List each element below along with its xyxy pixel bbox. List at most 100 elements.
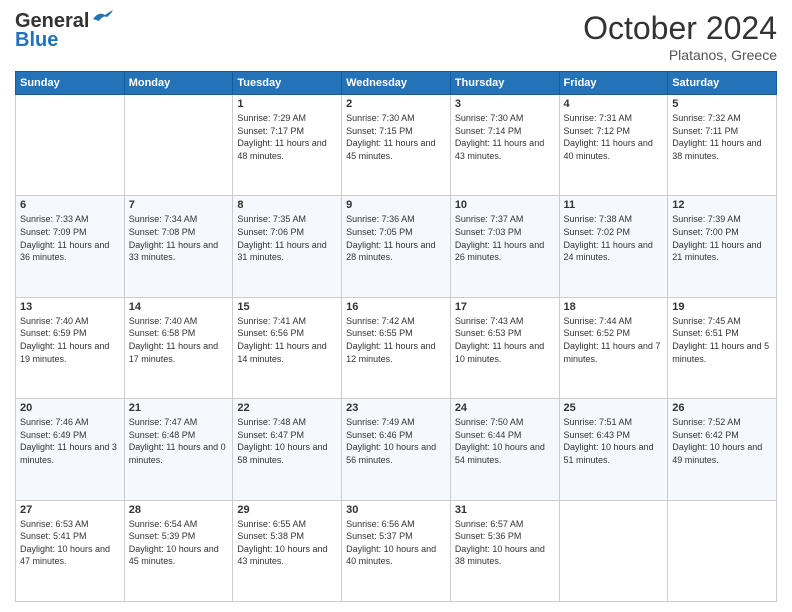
col-monday: Monday xyxy=(124,72,233,95)
calendar-cell: 21 Sunrise: 7:47 AM Sunset: 6:48 PM Dayli… xyxy=(124,399,233,500)
calendar-header-row: Sunday Monday Tuesday Wednesday Thursday… xyxy=(16,72,777,95)
calendar-cell xyxy=(559,500,668,601)
col-saturday: Saturday xyxy=(668,72,777,95)
col-wednesday: Wednesday xyxy=(342,72,451,95)
day-number: 22 xyxy=(237,402,337,414)
month-title: October 2024 xyxy=(583,10,777,47)
title-section: October 2024 Platanos, Greece xyxy=(583,10,777,63)
page-header: General Blue October 2024 Platanos, Gree… xyxy=(15,10,777,63)
calendar-cell: 31 Sunrise: 6:57 AM Sunset: 5:36 PM Dayli… xyxy=(450,500,559,601)
day-number: 11 xyxy=(564,199,664,211)
day-info: Sunrise: 7:36 AM Sunset: 7:05 PM Dayligh… xyxy=(346,213,446,263)
day-number: 9 xyxy=(346,199,446,211)
calendar-cell: 28 Sunrise: 6:54 AM Sunset: 5:39 PM Dayli… xyxy=(124,500,233,601)
day-info: Sunrise: 7:37 AM Sunset: 7:03 PM Dayligh… xyxy=(455,213,555,263)
day-info: Sunrise: 6:55 AM Sunset: 5:38 PM Dayligh… xyxy=(237,518,337,568)
calendar-cell: 8Sunrise: 7:35 AM Sunset: 7:06 PM Daylig… xyxy=(233,196,342,297)
col-thursday: Thursday xyxy=(450,72,559,95)
day-number: 16 xyxy=(346,301,446,313)
day-info: Sunrise: 7:32 AM Sunset: 7:11 PM Dayligh… xyxy=(672,112,772,162)
day-number: 5 xyxy=(672,98,772,110)
day-number: 24 xyxy=(455,402,555,414)
calendar-cell: 23 Sunrise: 7:49 AM Sunset: 6:46 PM Dayli… xyxy=(342,399,451,500)
calendar-cell: 13 Sunrise: 7:40 AM Sunset: 6:59 PM Dayli… xyxy=(16,297,125,398)
calendar-cell: 14 Sunrise: 7:40 AM Sunset: 6:58 PM Dayli… xyxy=(124,297,233,398)
day-info: Sunrise: 7:30 AM Sunset: 7:15 PM Dayligh… xyxy=(346,112,446,162)
day-info: Sunrise: 7:30 AM Sunset: 7:14 PM Dayligh… xyxy=(455,112,555,162)
day-number: 10 xyxy=(455,199,555,211)
day-number: 20 xyxy=(20,402,120,414)
calendar-cell: 6 Sunrise: 7:33 AM Sunset: 7:09 PM Daylig… xyxy=(16,196,125,297)
calendar-cell: 10 Sunrise: 7:37 AM Sunset: 7:03 PM Dayli… xyxy=(450,196,559,297)
calendar-table: Sunday Monday Tuesday Wednesday Thursday… xyxy=(15,71,777,602)
calendar-cell: 4Sunrise: 7:31 AM Sunset: 7:12 PM Daylig… xyxy=(559,95,668,196)
calendar-cell: 7Sunrise: 7:34 AM Sunset: 7:08 PM Daylig… xyxy=(124,196,233,297)
day-info: Sunrise: 7:34 AM Sunset: 7:08 PM Dayligh… xyxy=(129,213,229,263)
calendar-cell: 24Sunrise: 7:50 AM Sunset: 6:44 PM Dayli… xyxy=(450,399,559,500)
col-friday: Friday xyxy=(559,72,668,95)
day-number: 21 xyxy=(129,402,229,414)
calendar-cell: 5 Sunrise: 7:32 AM Sunset: 7:11 PM Daylig… xyxy=(668,95,777,196)
calendar-cell: 17 Sunrise: 7:43 AM Sunset: 6:53 PM Dayli… xyxy=(450,297,559,398)
day-info: Sunrise: 7:47 AM Sunset: 6:48 PM Dayligh… xyxy=(129,416,229,466)
day-info: Sunrise: 6:56 AM Sunset: 5:37 PM Dayligh… xyxy=(346,518,446,568)
day-number: 15 xyxy=(237,301,337,313)
day-info: Sunrise: 7:33 AM Sunset: 7:09 PM Dayligh… xyxy=(20,213,120,263)
calendar-cell: 3 Sunrise: 7:30 AM Sunset: 7:14 PM Daylig… xyxy=(450,95,559,196)
day-info: Sunrise: 7:42 AM Sunset: 6:55 PM Dayligh… xyxy=(346,315,446,365)
calendar-cell: 20 Sunrise: 7:46 AM Sunset: 6:49 PM Dayli… xyxy=(16,399,125,500)
day-number: 25 xyxy=(564,402,664,414)
calendar-cell: 19 Sunrise: 7:45 AM Sunset: 6:51 PM Dayli… xyxy=(668,297,777,398)
day-info: Sunrise: 7:49 AM Sunset: 6:46 PM Dayligh… xyxy=(346,416,446,466)
day-info: Sunrise: 7:51 AM Sunset: 6:43 PM Dayligh… xyxy=(564,416,664,466)
day-info: Sunrise: 7:40 AM Sunset: 6:59 PM Dayligh… xyxy=(20,315,120,365)
day-number: 23 xyxy=(346,402,446,414)
day-number: 28 xyxy=(129,504,229,516)
day-number: 30 xyxy=(346,504,446,516)
logo-bird-icon xyxy=(91,9,113,27)
subtitle: Platanos, Greece xyxy=(583,47,777,63)
day-info: Sunrise: 6:57 AM Sunset: 5:36 PM Dayligh… xyxy=(455,518,555,568)
day-info: Sunrise: 7:44 AM Sunset: 6:52 PM Dayligh… xyxy=(564,315,664,365)
calendar-cell: 1 Sunrise: 7:29 AM Sunset: 7:17 PM Daylig… xyxy=(233,95,342,196)
calendar-cell: 26 Sunrise: 7:52 AM Sunset: 6:42 PM Dayli… xyxy=(668,399,777,500)
day-info: Sunrise: 7:52 AM Sunset: 6:42 PM Dayligh… xyxy=(672,416,772,466)
calendar-cell: 15 Sunrise: 7:41 AM Sunset: 6:56 PM Dayli… xyxy=(233,297,342,398)
calendar-cell: 18Sunrise: 7:44 AM Sunset: 6:52 PM Dayli… xyxy=(559,297,668,398)
calendar-cell: 22Sunrise: 7:48 AM Sunset: 6:47 PM Dayli… xyxy=(233,399,342,500)
day-info: Sunrise: 7:45 AM Sunset: 6:51 PM Dayligh… xyxy=(672,315,772,365)
day-info: Sunrise: 7:43 AM Sunset: 6:53 PM Dayligh… xyxy=(455,315,555,365)
calendar-cell: 11 Sunrise: 7:38 AM Sunset: 7:02 PM Dayli… xyxy=(559,196,668,297)
day-number: 3 xyxy=(455,98,555,110)
day-info: Sunrise: 7:38 AM Sunset: 7:02 PM Dayligh… xyxy=(564,213,664,263)
day-number: 6 xyxy=(20,199,120,211)
calendar-cell xyxy=(124,95,233,196)
day-number: 1 xyxy=(237,98,337,110)
calendar-cell: 29Sunrise: 6:55 AM Sunset: 5:38 PM Dayli… xyxy=(233,500,342,601)
day-number: 31 xyxy=(455,504,555,516)
day-number: 27 xyxy=(20,504,120,516)
calendar-cell: 2Sunrise: 7:30 AM Sunset: 7:15 PM Daylig… xyxy=(342,95,451,196)
calendar-cell: 27 Sunrise: 6:53 AM Sunset: 5:41 PM Dayli… xyxy=(16,500,125,601)
day-info: Sunrise: 7:35 AM Sunset: 7:06 PM Dayligh… xyxy=(237,213,337,263)
day-number: 14 xyxy=(129,301,229,313)
day-number: 17 xyxy=(455,301,555,313)
day-info: Sunrise: 7:39 AM Sunset: 7:00 PM Dayligh… xyxy=(672,213,772,263)
calendar-cell: 16 Sunrise: 7:42 AM Sunset: 6:55 PM Dayli… xyxy=(342,297,451,398)
calendar-cell: 30 Sunrise: 6:56 AM Sunset: 5:37 PM Dayli… xyxy=(342,500,451,601)
day-number: 12 xyxy=(672,199,772,211)
day-number: 4 xyxy=(564,98,664,110)
day-info: Sunrise: 6:53 AM Sunset: 5:41 PM Dayligh… xyxy=(20,518,120,568)
day-info: Sunrise: 7:40 AM Sunset: 6:58 PM Dayligh… xyxy=(129,315,229,365)
day-info: Sunrise: 7:41 AM Sunset: 6:56 PM Dayligh… xyxy=(237,315,337,365)
logo-blue: Blue xyxy=(15,29,58,52)
day-info: Sunrise: 6:54 AM Sunset: 5:39 PM Dayligh… xyxy=(129,518,229,568)
calendar-cell: 12 Sunrise: 7:39 AM Sunset: 7:00 PM Dayli… xyxy=(668,196,777,297)
day-info: Sunrise: 7:29 AM Sunset: 7:17 PM Dayligh… xyxy=(237,112,337,162)
calendar-cell: 25 Sunrise: 7:51 AM Sunset: 6:43 PM Dayli… xyxy=(559,399,668,500)
day-number: 19 xyxy=(672,301,772,313)
col-sunday: Sunday xyxy=(16,72,125,95)
day-info: Sunrise: 7:46 AM Sunset: 6:49 PM Dayligh… xyxy=(20,416,120,466)
day-number: 26 xyxy=(672,402,772,414)
day-number: 13 xyxy=(20,301,120,313)
